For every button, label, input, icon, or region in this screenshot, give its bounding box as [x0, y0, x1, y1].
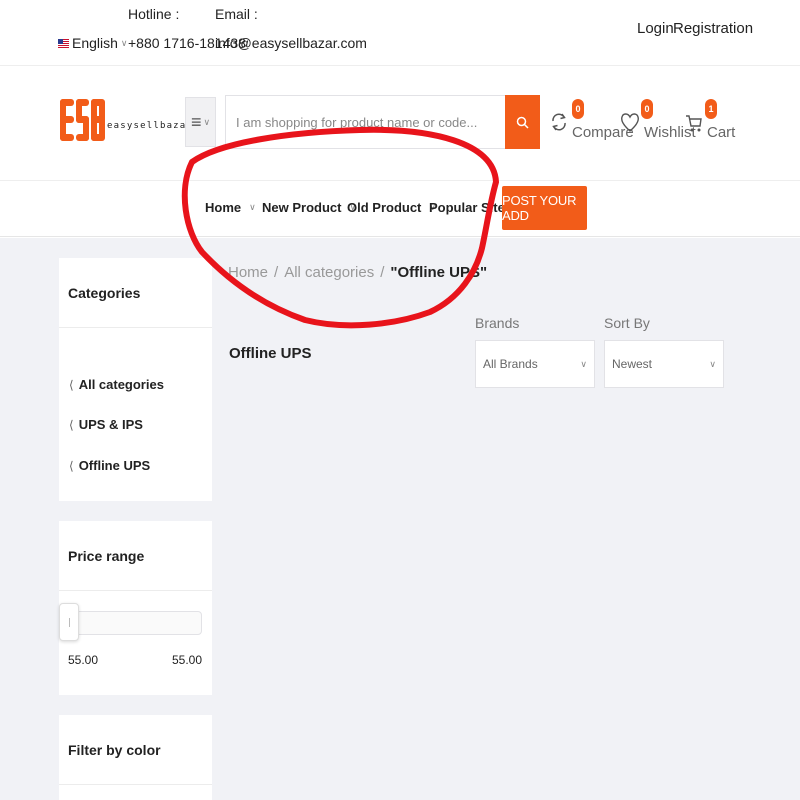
nav-item-label: New Product: [262, 200, 342, 215]
site-logo[interactable]: easysellbazar: [60, 99, 193, 141]
top-bar: Hotline : Email : English ∨ +880 1716-18…: [0, 0, 800, 66]
chevron-down-icon: ∨: [580, 359, 587, 369]
category-label: Offline UPS: [78, 458, 151, 473]
nav-item-new-product[interactable]: New Product ∨: [262, 200, 356, 215]
chevron-down-icon: ∨: [120, 37, 128, 48]
main-navigation: Home ∨ New Product ∨ Old Product ∨ Popular …: [0, 181, 800, 237]
brands-select[interactable]: All Brands ∨: [475, 340, 595, 388]
category-label: All categories: [78, 377, 164, 392]
cart-button[interactable]: Cart 1: [685, 99, 736, 141]
chevron-left-icon: ⟨: [69, 377, 74, 392]
email-label: Email :: [215, 6, 258, 22]
brands-label: Brands: [475, 315, 520, 331]
hotline-label: Hotline :: [128, 6, 180, 22]
price-slider-handle[interactable]: [59, 603, 79, 641]
categories-card: Categories ⟨ All categories ⟨ UPS & IPS ⟨ O…: [59, 258, 212, 501]
email-address: info@easysellbazar.com: [215, 35, 367, 51]
nav-item-label: Old Product: [347, 200, 422, 215]
nav-item-label: Home: [205, 200, 242, 215]
cart-icon: [686, 114, 702, 131]
search-button[interactable]: [505, 95, 540, 149]
logo-mark-icon: [60, 99, 105, 141]
chevron-down-icon: ∨: [203, 116, 211, 127]
compare-count-badge: 0: [572, 99, 584, 119]
categories-menu-button[interactable]: ≡ ∨: [185, 97, 216, 147]
breadcrumb-separator: /: [380, 264, 385, 281]
nav-item-old-product[interactable]: Old Product ∨: [347, 200, 436, 215]
compare-icon: [552, 113, 566, 130]
header: easysellbazar ≡∨ Compare 0 Wishlist 0: [0, 66, 800, 181]
wishlist-count-badge: 0: [641, 99, 653, 119]
chevron-left-icon: ⟨: [69, 417, 74, 432]
brands-select-value: All Brands: [483, 357, 538, 371]
price-range-card: Price range 55.00 55.00: [59, 521, 212, 695]
price-max-value: 55.00: [171, 653, 202, 667]
sort-by-select-value: Newest: [612, 357, 653, 371]
price-min-value: 55.00: [68, 653, 99, 667]
main-content: Categories ⟨ All categories ⟨ UPS & IPS ⟨ O…: [0, 238, 800, 800]
breadcrumb: Home / All categories / "Offline UPS": [228, 264, 487, 281]
categories-title: Categories: [59, 258, 212, 328]
search-input[interactable]: [225, 95, 506, 149]
color-filter-card: Filter by color: [59, 715, 212, 800]
sort-by-select[interactable]: Newest ∨: [604, 340, 724, 388]
post-your-add-button[interactable]: POST YOUR ADD: [502, 186, 587, 230]
category-item-ups-ips[interactable]: ⟨ UPS & IPS: [69, 417, 143, 432]
cart-count-badge: 1: [705, 99, 717, 119]
language-selector[interactable]: English ∨: [58, 35, 128, 51]
hamburger-icon: ≡: [190, 111, 202, 132]
nav-item-home[interactable]: Home ∨: [205, 200, 256, 215]
page-title: Offline UPS: [229, 345, 312, 362]
chevron-left-icon: ⟨: [69, 458, 74, 473]
sort-by-label: Sort By: [604, 315, 650, 331]
registration-link[interactable]: Registration: [673, 20, 753, 37]
login-link[interactable]: Login: [637, 20, 674, 37]
category-label: UPS & IPS: [78, 417, 143, 432]
category-item-offline-ups[interactable]: ⟨ Offline UPS: [69, 458, 150, 473]
logo-text: easysellbazar: [107, 121, 194, 131]
language-label: English: [72, 35, 118, 51]
color-filter-title: Filter by color: [59, 715, 212, 785]
category-item-all[interactable]: ⟨ All categories: [69, 377, 164, 392]
nav-item-label: Popular Site: [429, 200, 505, 215]
us-flag-icon: [58, 38, 69, 48]
cart-label: Cart: [707, 124, 736, 141]
heart-icon: [621, 112, 639, 132]
chevron-down-icon: ∨: [249, 202, 256, 212]
breadcrumb-separator: /: [274, 264, 279, 281]
breadcrumb-home[interactable]: Home: [228, 264, 268, 281]
price-range-title: Price range: [59, 521, 212, 591]
breadcrumb-all-categories[interactable]: All categories: [284, 264, 374, 281]
price-slider-track[interactable]: [67, 611, 202, 635]
breadcrumb-current: "Offline UPS": [390, 264, 488, 281]
chevron-down-icon: ∨: [709, 359, 716, 369]
search-icon: [516, 116, 529, 129]
